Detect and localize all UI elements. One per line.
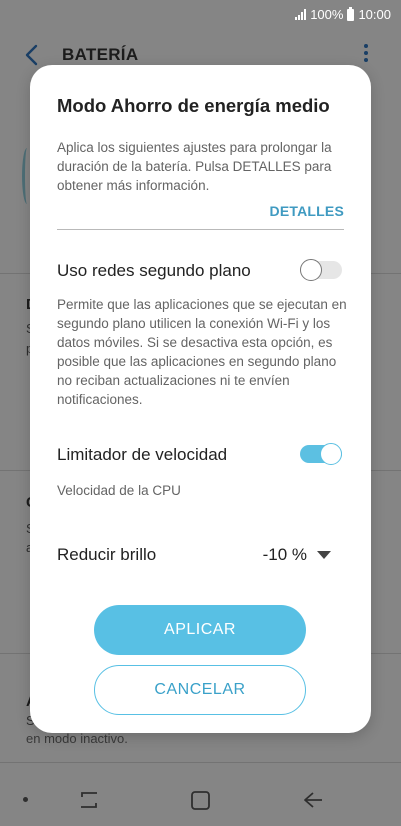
dialog-description: Aplica los siguientes ajustes para prolo… [57, 140, 332, 193]
brightness-value: -10 % [262, 545, 307, 564]
dropdown-caret-icon [317, 551, 331, 559]
power-saving-dialog: Modo Ahorro de energía medio Aplica los … [30, 65, 371, 733]
battery-icon [347, 6, 355, 21]
brightness-dropdown[interactable]: -10 % [263, 545, 331, 565]
dialog-divider [57, 229, 344, 230]
details-link[interactable]: DETALLES [270, 203, 344, 219]
background-data-toggle[interactable] [300, 259, 342, 281]
speed-limiter-description: Velocidad de la CPU [57, 483, 181, 498]
battery-percent: 100% [310, 7, 344, 22]
cancel-button[interactable]: CANCELAR [94, 665, 306, 715]
clock: 10:00 [358, 7, 391, 22]
brightness-label: Reducir brillo [57, 545, 157, 564]
dialog-title: Modo Ahorro de energía medio [57, 95, 330, 116]
speed-limiter-toggle[interactable] [300, 443, 342, 465]
background-data-label: Uso redes segundo plano [57, 261, 251, 280]
background-data-description: Permite que las aplicaciones que se ejec… [57, 297, 347, 407]
apply-button[interactable]: APLICAR [94, 605, 306, 655]
signal-icon [295, 9, 307, 20]
status-bar: 100% 10:00 [0, 0, 401, 30]
speed-limiter-label: Limitador de velocidad [57, 445, 228, 464]
